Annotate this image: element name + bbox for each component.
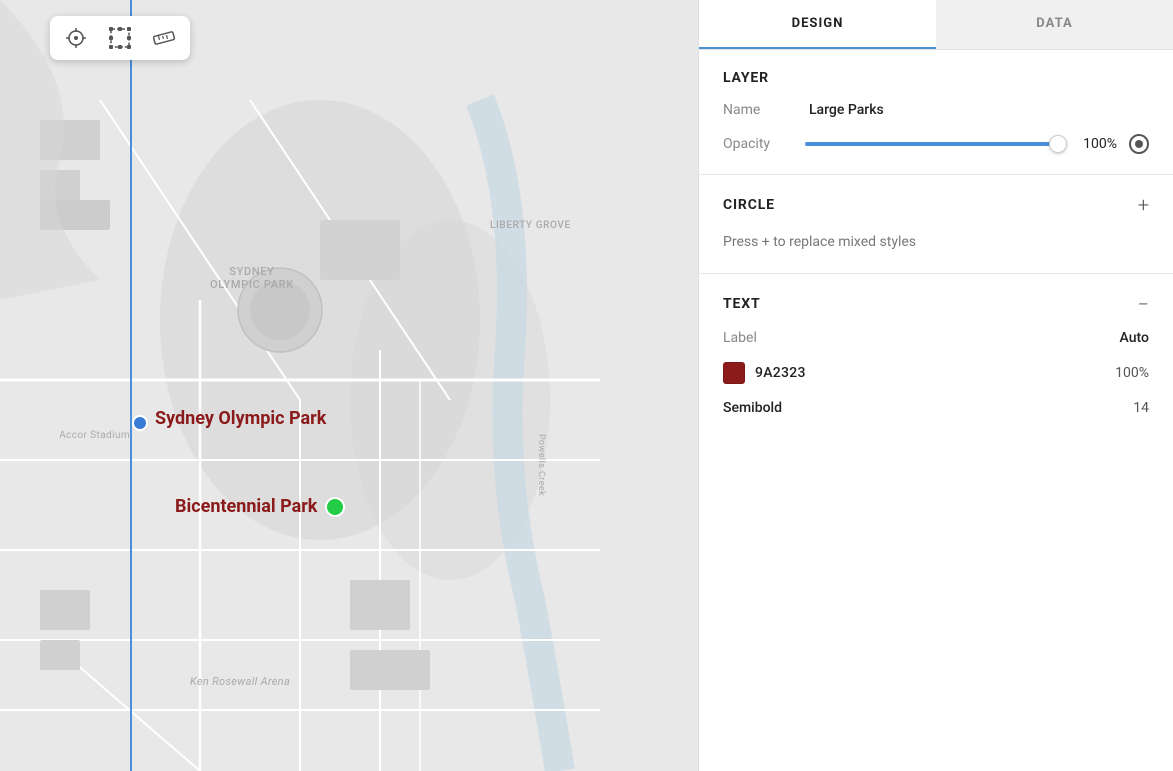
right-panel: DESIGN DATA LAYER Name Large Parks Opaci…: [698, 0, 1173, 771]
tab-design[interactable]: DESIGN: [699, 0, 936, 49]
color-swatch-group[interactable]: 9A2323: [723, 362, 806, 384]
sydney-park-name: Sydney Olympic Park: [155, 408, 326, 429]
color-hex-value: 9A2323: [755, 365, 806, 381]
powells-creek-label: Powells Creek: [536, 434, 546, 496]
color-opacity-value: 100%: [1115, 365, 1149, 381]
toolbar: [50, 16, 190, 60]
opacity-row: Opacity 100%: [723, 134, 1149, 154]
ruler-tool[interactable]: [150, 24, 178, 52]
tab-bar: DESIGN DATA: [699, 0, 1173, 50]
opacity-slider[interactable]: [805, 134, 1065, 154]
label-prop-value: Auto: [1120, 330, 1149, 346]
color-swatch: [723, 362, 745, 384]
opacity-value: 100%: [1077, 136, 1117, 152]
blue-vertical-line: [130, 0, 132, 771]
text-section-title: TEXT: [723, 296, 760, 312]
layer-section-title: LAYER: [723, 70, 769, 86]
circle-section-title: CIRCLE: [723, 197, 775, 213]
font-row: Semibold 14: [723, 400, 1149, 416]
circle-add-icon[interactable]: +: [1138, 195, 1149, 215]
text-minus-icon[interactable]: −: [1138, 294, 1149, 314]
panel-content: LAYER Name Large Parks Opacity 100%: [699, 50, 1173, 771]
bicentennial-park-name: Bicentennial Park: [175, 496, 345, 517]
layer-section: LAYER Name Large Parks Opacity 100%: [699, 50, 1173, 175]
liberty-grove-label: LIBERTY GROVE: [490, 220, 571, 231]
layer-name-value: Large Parks: [809, 102, 884, 118]
color-row: 9A2323 100%: [723, 362, 1149, 384]
text-section: TEXT − Label Auto 9A2323 100% Semibold 1…: [699, 274, 1173, 436]
transform-tool[interactable]: [106, 24, 134, 52]
layer-name-row: Name Large Parks: [723, 102, 1149, 118]
tab-data[interactable]: DATA: [936, 0, 1173, 49]
circle-section-header: CIRCLE +: [723, 195, 1149, 215]
map-area: SYDNEY OLYMPIC PARK LIBERTY GROVE Sydney…: [0, 0, 698, 771]
label-row: Label Auto: [723, 330, 1149, 346]
label-prop-label: Label: [723, 330, 757, 346]
accor-stadium-label: Accor Stadium: [0, 430, 130, 441]
bicentennial-dot: [325, 497, 345, 517]
crosshair-tool[interactable]: [62, 24, 90, 52]
font-size-value: 14: [1133, 400, 1149, 416]
mixed-styles-message: Press + to replace mixed styles: [723, 231, 1149, 253]
ken-rosewall-label: Ken Rosewall Arena: [190, 675, 290, 688]
font-style-value: Semibold: [723, 400, 782, 416]
sydney-dot: [132, 415, 148, 431]
layer-section-header: LAYER: [723, 70, 1149, 86]
opacity-target-icon[interactable]: [1129, 134, 1149, 154]
sydney-olympic-label: SYDNEY OLYMPIC PARK: [210, 265, 294, 291]
text-section-header: TEXT −: [723, 294, 1149, 314]
slider-track: [805, 142, 1065, 146]
layer-name-label: Name: [723, 102, 793, 118]
opacity-target-inner: [1135, 140, 1143, 148]
slider-thumb: [1049, 135, 1067, 153]
circle-section: CIRCLE + Press + to replace mixed styles: [699, 175, 1173, 274]
opacity-label: Opacity: [723, 136, 793, 152]
